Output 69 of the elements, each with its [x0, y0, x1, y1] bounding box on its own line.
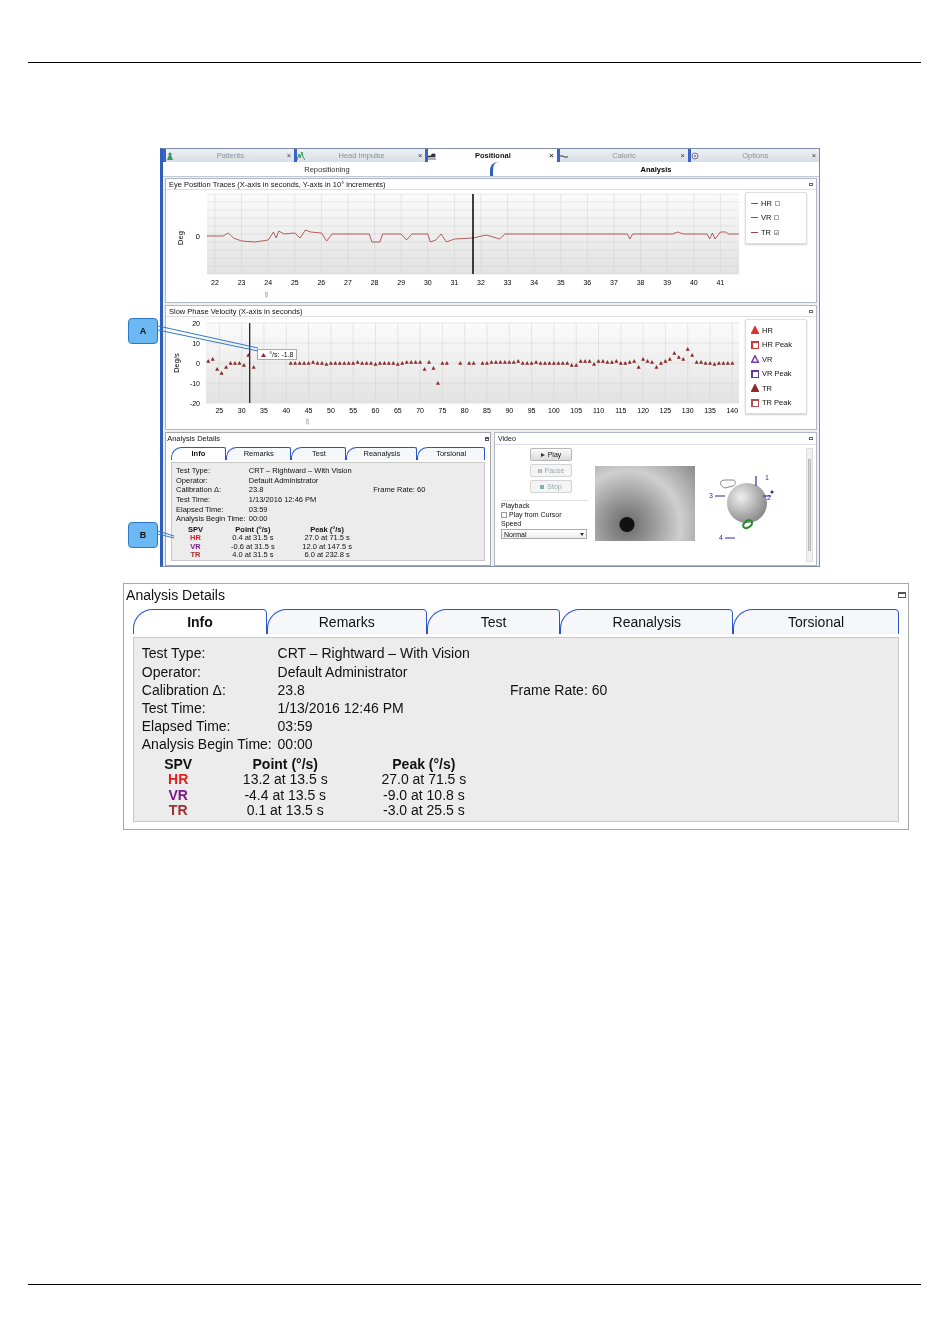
field-value: 00:00 — [277, 734, 314, 753]
column-header: Peak (°/s) — [392, 757, 456, 773]
legend-line — [751, 231, 758, 233]
data-point — [431, 366, 436, 370]
checkbox[interactable] — [774, 229, 779, 235]
minimize-icon[interactable] — [809, 182, 813, 186]
minimize-icon[interactable] — [809, 437, 813, 440]
minimize-icon[interactable] — [809, 309, 813, 313]
field-value: 23.8 — [277, 680, 306, 699]
tab[interactable]: Remarks — [266, 609, 427, 634]
caret-icon — [580, 532, 584, 536]
data-point — [458, 361, 463, 365]
field-label: Elapsed Time: — [141, 716, 232, 735]
minimize-icon[interactable] — [898, 591, 906, 598]
tab[interactable]: Test — [426, 609, 561, 634]
scroll-thumb[interactable] — [306, 418, 309, 425]
panel-title: Analysis Details — [126, 586, 225, 603]
column-header: SPV — [164, 757, 193, 773]
table-cell: 13.2 at 13.5 s — [242, 772, 328, 788]
legend-line — [751, 202, 758, 204]
data-point — [427, 360, 431, 364]
data-point — [422, 367, 427, 371]
minimize-icon[interactable] — [484, 437, 489, 441]
column-header: Point (°/s) — [252, 757, 318, 773]
triangle-icon — [261, 352, 267, 357]
table-cell: 27.0 at 71.5 s — [381, 772, 467, 788]
tab[interactable]: Info — [133, 609, 267, 634]
scroll-thumb[interactable] — [265, 291, 268, 298]
callout-label: A — [128, 318, 158, 344]
field-value: 1/13/2016 12:46 PM — [277, 698, 405, 717]
checkbox[interactable] — [774, 215, 780, 221]
pause-icon — [537, 468, 542, 473]
head-orientation-drawing — [714, 475, 774, 539]
checkbox[interactable] — [774, 200, 780, 206]
play-icon — [540, 452, 545, 457]
row-label: VR — [168, 787, 188, 804]
leader-line — [157, 530, 175, 539]
data-point — [251, 365, 256, 369]
tab[interactable]: Torsional — [733, 609, 899, 634]
row-label: HR — [168, 772, 189, 788]
bed-icon — [428, 151, 437, 160]
field-label: Operator: — [141, 662, 202, 681]
chart-icon — [297, 151, 306, 160]
legend-line — [751, 217, 758, 219]
callout-label: B — [128, 522, 158, 548]
stop-icon — [540, 484, 545, 489]
field-value: Default Administrator — [277, 662, 409, 681]
gear-icon — [690, 151, 699, 160]
field-label: Analysis Begin Time: — [141, 734, 273, 753]
data-point — [636, 365, 641, 369]
table-cell: 0.1 at 13.5 s — [246, 803, 324, 819]
field-label: Test Time: — [141, 698, 207, 717]
checkbox[interactable] — [501, 511, 507, 518]
table-cell: -3.0 at 25.5 s — [383, 803, 465, 819]
field-value: CRT – Rightward – With Vision — [277, 644, 471, 663]
data-point — [690, 353, 695, 357]
table-cell: -4.4 at 13.5 s — [244, 787, 327, 804]
field-value: Frame Rate: 60 — [509, 680, 609, 699]
data-point — [685, 347, 690, 351]
field-label: Calibration Δ: — [141, 680, 227, 699]
table-cell: -9.0 at 10.8 s — [383, 787, 465, 804]
tab[interactable]: Reanalysis — [560, 609, 734, 634]
scrollbar[interactable] — [806, 448, 813, 562]
row-label: TR — [168, 803, 188, 819]
data-point — [435, 381, 440, 385]
field-label: Test Type: — [141, 644, 207, 663]
field-value: 03:59 — [277, 716, 314, 735]
person-icon — [166, 151, 174, 160]
data-point — [246, 353, 251, 357]
